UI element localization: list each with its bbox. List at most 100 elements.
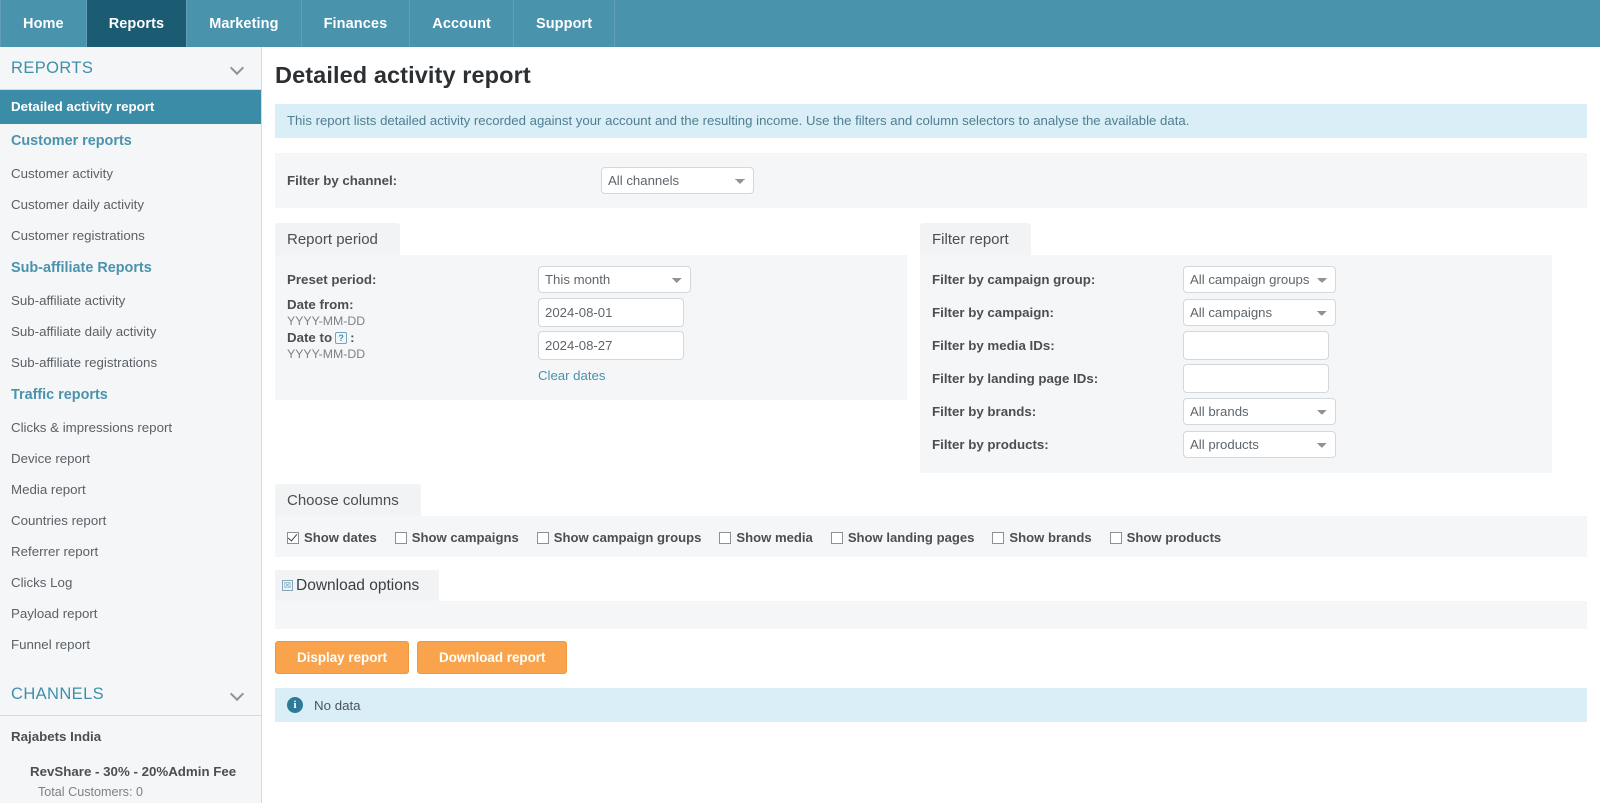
display-report-button[interactable]: Display report	[275, 641, 410, 674]
chevron-down-icon	[231, 61, 245, 75]
sidebar-item-device-report[interactable]: Device report	[0, 443, 261, 474]
sidebar-item-funnel-report[interactable]: Funnel report	[0, 629, 261, 660]
nav-tab-marketing[interactable]: Marketing	[187, 0, 302, 47]
report-period-body: Preset period: This month Date from: YYY…	[275, 255, 907, 400]
channel-filter-bar: Filter by channel: All channels	[275, 153, 1587, 208]
filter-campaign-row: Filter by campaign: All campaigns	[920, 296, 1552, 329]
checkbox-placeholder-icon: ☒	[282, 580, 293, 591]
sidebar-group-channels-label: CHANNELS	[11, 684, 105, 703]
sidebar-item-detailed-activity-report[interactable]: Detailed activity report	[0, 90, 261, 124]
sidebar-item-clicks-impressions-report[interactable]: Clicks & impressions report	[0, 412, 261, 443]
sidebar-channel-plan: RevShare - 30% - 20%Admin Fee	[30, 764, 237, 779]
nav-tab-reports[interactable]: Reports	[86, 0, 188, 47]
download-options-toggle[interactable]: ☒ Download options	[275, 570, 440, 601]
filter-products-row: Filter by products: All products	[920, 428, 1552, 461]
nav-tab-home[interactable]: Home	[0, 0, 87, 47]
date-from-label: Date from: YYYY-MM-DD	[287, 297, 538, 329]
filter-brands-label: Filter by brands:	[932, 403, 1037, 419]
info-circle-icon: i	[287, 697, 303, 713]
date-to-input[interactable]	[538, 331, 684, 360]
filter-products-label: Filter by products:	[932, 436, 1049, 452]
sidebar-item-sub-affiliate-daily-activity[interactable]: Sub-affiliate daily activity	[0, 316, 261, 347]
sidebar-channel-total-customers: Total Customers: 0	[38, 785, 143, 799]
filter-report-heading: Filter report	[920, 223, 1031, 255]
sidebar-item-customer-activity[interactable]: Customer activity	[0, 158, 261, 189]
checkbox-box-show-brands[interactable]	[992, 531, 1005, 544]
filter-media-ids-label: Filter by media IDs:	[932, 337, 1055, 353]
filter-campaign-select[interactable]: All campaigns	[1183, 299, 1336, 326]
report-period-heading: Report period	[275, 223, 400, 255]
nav-tab-finances[interactable]: Finances	[302, 0, 411, 47]
filter-media-ids-input[interactable]	[1183, 331, 1329, 360]
date-from-format-hint: YYYY-MM-DD	[287, 313, 366, 328]
sidebar-item-sub-affiliate-activity[interactable]: Sub-affiliate activity	[0, 285, 261, 316]
filter-campaign-group-label: Filter by campaign group:	[932, 271, 1096, 287]
sidebar-item-customer-registrations[interactable]: Customer registrations	[0, 220, 261, 251]
choose-columns-heading: Choose columns	[275, 484, 421, 516]
preset-period-select[interactable]: This month	[538, 266, 691, 293]
checkbox-box-show-landing-pages[interactable]	[830, 531, 843, 544]
sidebar-group-channels[interactable]: CHANNELS	[0, 673, 261, 716]
clear-dates-row: Clear dates	[275, 362, 907, 388]
date-from-input[interactable]	[538, 298, 684, 327]
download-options-panel: ☒ Download options	[275, 570, 1587, 629]
checkbox-show-media[interactable]: Show media	[719, 530, 813, 545]
sidebar-item-countries-report[interactable]: Countries report	[0, 505, 261, 536]
sidebar-item-media-report[interactable]: Media report	[0, 474, 261, 505]
filter-campaign-label: Filter by campaign:	[932, 304, 1054, 320]
checkbox-box-show-dates[interactable]	[287, 531, 299, 544]
download-report-button[interactable]: Download report	[417, 641, 568, 674]
checkbox-show-campaigns[interactable]: Show campaigns	[394, 530, 519, 545]
checkbox-box-show-campaigns[interactable]	[394, 531, 407, 544]
sidebar-section-traffic-reports[interactable]: Traffic reports	[0, 378, 261, 412]
date-from-row: Date from: YYYY-MM-DD	[275, 296, 907, 329]
sidebar-group-reports-label: REPORTS	[11, 58, 94, 77]
sidebar-section-customer-reports[interactable]: Customer reports	[0, 124, 261, 158]
filter-report-panel: Filter report Filter by campaign group: …	[920, 223, 1552, 473]
checkbox-box-show-campaign-groups[interactable]	[536, 531, 549, 544]
filter-products-select[interactable]: All products	[1183, 431, 1336, 458]
checkbox-box-show-products[interactable]	[1109, 531, 1122, 544]
preset-period-label: Preset period:	[287, 271, 377, 287]
date-to-row: Date to?: YYYY-MM-DD	[275, 329, 907, 362]
preset-period-row: Preset period: This month	[275, 263, 907, 296]
download-options-body	[275, 601, 1587, 629]
sidebar-item-payload-report[interactable]: Payload report	[0, 598, 261, 629]
filter-landing-page-ids-input[interactable]	[1183, 364, 1329, 393]
sidebar-group-reports[interactable]: REPORTS	[0, 47, 261, 90]
no-data-banner: i No data	[275, 688, 1587, 722]
filter-media-ids-row: Filter by media IDs:	[920, 329, 1552, 362]
filter-campaign-group-row: Filter by campaign group: All campaign g…	[920, 263, 1552, 296]
chevron-down-icon	[231, 687, 245, 701]
sidebar: REPORTS Detailed activity report Custome…	[0, 47, 262, 803]
checkbox-show-brands[interactable]: Show brands	[992, 530, 1092, 545]
sidebar-channel-name[interactable]: Rajabets India	[0, 716, 261, 748]
checkbox-show-products[interactable]: Show products	[1109, 530, 1221, 545]
filter-report-body: Filter by campaign group: All campaign g…	[920, 255, 1552, 473]
main-content: Detailed activity report This report lis…	[262, 47, 1600, 803]
report-period-panel: Report period Preset period: This month …	[275, 223, 907, 400]
channel-filter-select[interactable]: All channels	[601, 167, 754, 194]
filter-landing-page-ids-label: Filter by landing page IDs:	[932, 370, 1099, 386]
filter-campaign-group-select[interactable]: All campaign groups	[1183, 266, 1336, 293]
sidebar-item-referrer-report[interactable]: Referrer report	[0, 536, 261, 567]
choose-columns-panel: Choose columns Show dates Show campaigns…	[275, 484, 1587, 557]
nav-tab-support[interactable]: Support	[514, 0, 616, 47]
sidebar-item-sub-affiliate-registrations[interactable]: Sub-affiliate registrations	[0, 347, 261, 378]
filter-brands-row: Filter by brands: All brands	[920, 395, 1552, 428]
filter-brands-select[interactable]: All brands	[1183, 398, 1336, 425]
date-to-format-hint: YYYY-MM-DD	[287, 346, 366, 361]
checkbox-show-landing-pages[interactable]: Show landing pages	[830, 530, 974, 545]
choose-columns-body: Show dates Show campaigns Show campaign …	[275, 516, 1587, 557]
checkbox-show-dates[interactable]: Show dates	[287, 530, 377, 545]
question-mark-help-icon[interactable]: ?	[335, 331, 348, 344]
sidebar-item-customer-daily-activity[interactable]: Customer daily activity	[0, 189, 261, 220]
sidebar-section-sub-affiliate-reports[interactable]: Sub-affiliate Reports	[0, 251, 261, 285]
nav-tab-account[interactable]: Account	[410, 0, 514, 47]
sidebar-item-clicks-log[interactable]: Clicks Log	[0, 567, 261, 598]
checkbox-show-campaign-groups[interactable]: Show campaign groups	[536, 530, 701, 545]
no-data-text: No data	[314, 697, 361, 713]
nav-empty-space	[615, 0, 1600, 47]
checkbox-box-show-media[interactable]	[719, 531, 732, 544]
clear-dates-link[interactable]: Clear dates	[538, 368, 605, 383]
